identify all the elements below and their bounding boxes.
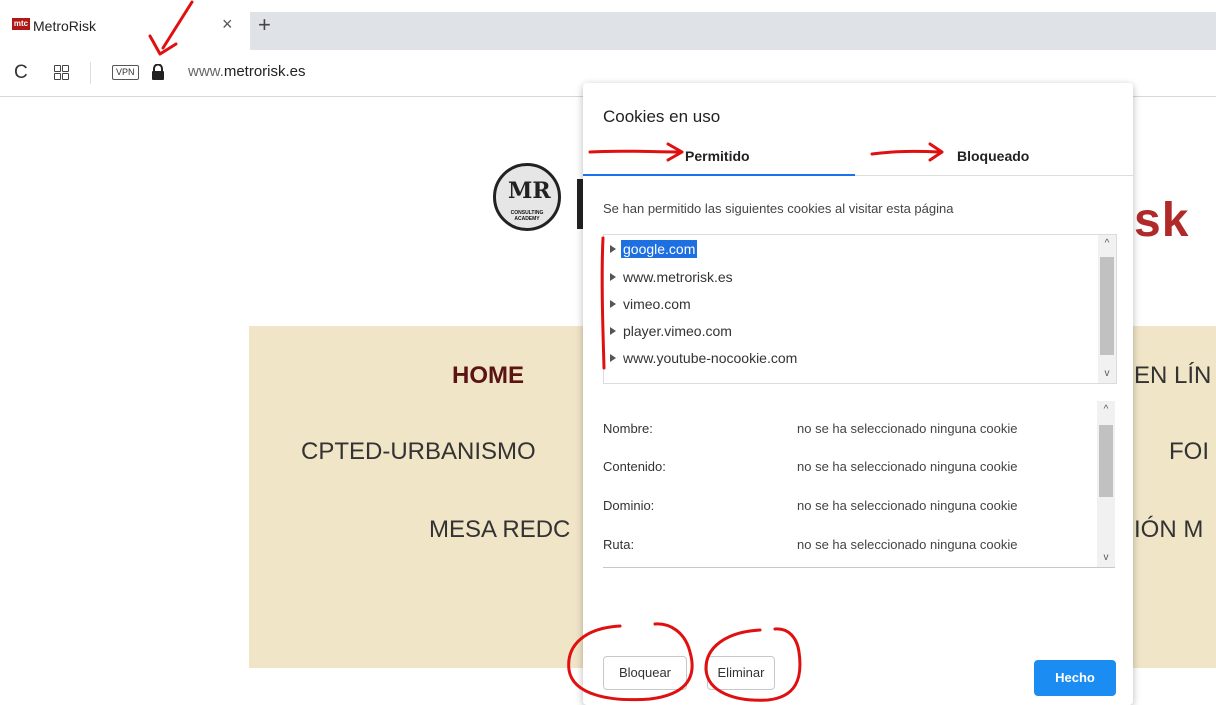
detail-row-content: Contenido: no se ha seleccionado ninguna… — [603, 459, 1018, 474]
speed-dial-icon[interactable] — [54, 65, 69, 80]
nav-formacion-link[interactable]: FOI — [1169, 438, 1209, 466]
toolbar-divider — [90, 62, 91, 84]
vpn-badge[interactable]: VPN — [112, 65, 139, 80]
nav-online-link[interactable]: EN LÍN — [1134, 362, 1211, 390]
list-item-youtube-nocookie[interactable]: www.youtube-nocookie.com — [610, 350, 799, 370]
scroll-down-icon[interactable]: v — [1097, 549, 1115, 567]
tab-allowed-label: Permitido — [685, 148, 750, 164]
site-logo[interactable]: MR CONSULTING ACADEMY — [493, 163, 561, 231]
details-scrollbar[interactable]: ^ v — [1097, 401, 1115, 567]
detail-row-domain: Dominio: no se ha seleccionado ninguna c… — [603, 498, 1018, 513]
done-button[interactable]: Hecho — [1034, 660, 1116, 696]
cookie-domain-list[interactable]: google.com www.metrorisk.es vimeo.com pl… — [603, 234, 1117, 384]
url-domain: metrorisk.es — [223, 63, 306, 80]
expand-arrow-icon[interactable] — [610, 245, 616, 253]
detail-row-name: Nombre: no se ha seleccionado ninguna co… — [603, 421, 1018, 436]
cookie-tabs: Permitido Bloqueado — [583, 139, 1133, 176]
nav-home-link[interactable]: HOME — [452, 362, 524, 390]
detail-row-path: Ruta: no se ha seleccionado ninguna cook… — [603, 537, 1018, 552]
nav-ion-link[interactable]: IÓN M — [1134, 516, 1203, 544]
expand-arrow-icon[interactable] — [610, 300, 616, 308]
expand-arrow-icon[interactable] — [610, 273, 616, 281]
url-prefix: www. — [188, 63, 224, 80]
block-button[interactable]: Bloquear — [603, 656, 687, 690]
nav-cpted-link[interactable]: CPTED-URBANISMO — [301, 438, 536, 466]
tab-blocked[interactable]: Bloqueado — [855, 139, 1133, 175]
scrollbar-thumb[interactable] — [1099, 425, 1113, 497]
list-item-player-vimeo[interactable]: player.vimeo.com — [610, 323, 734, 343]
expand-arrow-icon[interactable] — [610, 354, 616, 362]
allowed-description: Se han permitido las siguientes cookies … — [603, 201, 954, 216]
list-item-vimeo[interactable]: vimeo.com — [610, 296, 693, 316]
list-item-google[interactable]: google.com — [610, 240, 698, 261]
site-favicon-icon: mtc — [12, 18, 30, 30]
expand-arrow-icon[interactable] — [610, 327, 616, 335]
scrollbar-thumb[interactable] — [1100, 257, 1114, 355]
delete-button[interactable]: Eliminar — [707, 656, 775, 690]
active-tab-indicator — [583, 174, 855, 176]
tab-bar: mtc MetroRisk × + — [0, 0, 1216, 50]
scroll-up-icon[interactable]: ^ — [1097, 401, 1115, 419]
list-item-metrorisk[interactable]: www.metrorisk.es — [610, 269, 735, 289]
logo-letters: MR — [508, 178, 551, 204]
new-tab-button[interactable]: + — [258, 14, 271, 36]
browser-tab[interactable]: mtc MetroRisk × — [0, 12, 250, 50]
reload-icon[interactable]: C — [14, 62, 28, 84]
url-field[interactable]: www.metrorisk.es — [188, 63, 306, 80]
tab-allowed[interactable]: Permitido — [583, 139, 855, 176]
domain-list-scrollbar[interactable]: ^ v — [1098, 235, 1116, 383]
tab-strip: + — [250, 12, 1216, 50]
dialog-title: Cookies en uso — [603, 107, 721, 126]
scroll-down-icon[interactable]: v — [1098, 365, 1116, 383]
nav-mesa-link[interactable]: MESA REDC — [429, 516, 570, 544]
scroll-up-icon[interactable]: ^ — [1098, 235, 1116, 253]
tab-title: MetroRisk — [33, 18, 97, 34]
close-tab-icon[interactable]: × — [222, 14, 233, 35]
cookies-dialog: Cookies en uso Permitido Bloqueado Se ha… — [583, 83, 1133, 705]
tab-blocked-label: Bloqueado — [957, 148, 1030, 164]
logo-caption: CONSULTING ACADEMY — [510, 210, 544, 222]
lock-icon[interactable] — [151, 64, 165, 80]
cookie-details: Nombre: no se ha seleccionado ninguna co… — [603, 401, 1115, 568]
brand-title: sk — [1134, 194, 1190, 247]
